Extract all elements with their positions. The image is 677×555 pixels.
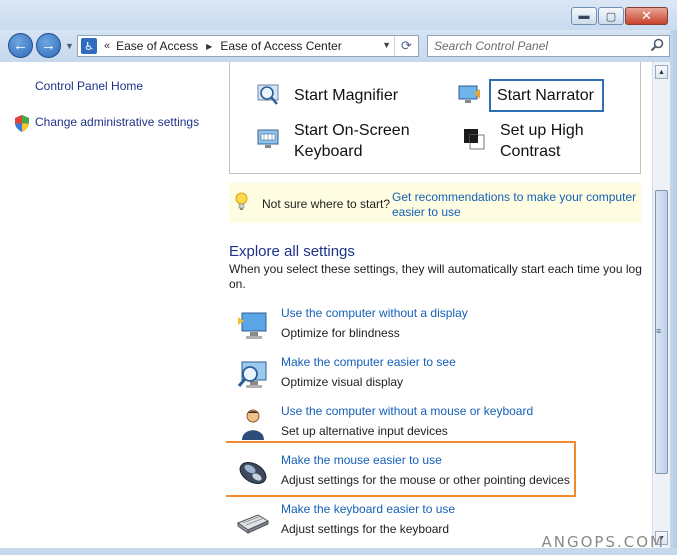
breadcrumb-ease-of-access-center[interactable]: Ease of Access Center bbox=[220, 39, 341, 53]
setting-link[interactable]: Make the computer easier to see bbox=[281, 355, 456, 369]
setting-link[interactable]: Make the keyboard easier to use bbox=[281, 502, 455, 516]
refresh-button[interactable]: ⟳ bbox=[394, 36, 418, 56]
maximize-icon: ▢ bbox=[605, 10, 617, 23]
narrator-icon bbox=[458, 85, 480, 103]
onscreen-keyboard-label-line1: Start On-Screen bbox=[294, 122, 410, 139]
start-narrator-button[interactable]: Start Narrator bbox=[489, 79, 604, 112]
onscreen-keyboard-label-line2: Keyboard bbox=[294, 143, 363, 160]
setting-description: Optimize for blindness bbox=[281, 326, 400, 340]
search-box[interactable] bbox=[427, 35, 670, 57]
user-speech-icon bbox=[242, 409, 264, 440]
high-contrast-label-line2: Contrast bbox=[500, 143, 561, 160]
high-contrast-icon bbox=[464, 129, 485, 150]
chevron-icon[interactable]: « bbox=[104, 40, 110, 52]
start-narrator-label: Start Narrator bbox=[497, 87, 594, 104]
start-onscreen-keyboard-link[interactable]: Start On-Screen Keyboard bbox=[294, 120, 410, 162]
maximize-button[interactable]: ▢ bbox=[598, 7, 624, 25]
scroll-up-icon: ▲ bbox=[658, 68, 665, 76]
high-contrast-label-line1: Set up High bbox=[500, 122, 584, 139]
scrollbar-grip-icon: ≡ bbox=[656, 326, 662, 336]
window-controls: ▬ ▢ ✕ bbox=[570, 7, 668, 25]
main-content: Start Magnifier Start Narrator Start On-… bbox=[226, 62, 652, 548]
watermark: ANGOPS.COM bbox=[541, 533, 665, 551]
back-button[interactable]: ← bbox=[8, 33, 33, 58]
recent-pages-dropdown[interactable]: ▼ bbox=[65, 41, 74, 51]
setting-item-easier-to-see[interactable]: Make the computer easier to see Optimize… bbox=[226, 355, 652, 400]
close-button[interactable]: ✕ bbox=[625, 7, 668, 25]
setting-item-without-display[interactable]: Use the computer without a display Optim… bbox=[226, 306, 652, 351]
mouse-setting-highlight bbox=[226, 441, 576, 497]
magnified-monitor-icon bbox=[237, 361, 267, 388]
close-icon: ✕ bbox=[641, 8, 652, 23]
minimize-icon: ▬ bbox=[578, 10, 590, 22]
monitor-icon bbox=[238, 312, 267, 339]
recommendation-tip: Not sure where to start? Get recommendat… bbox=[229, 183, 641, 223]
get-recommendations-link[interactable]: Get recommendations to make your compute… bbox=[392, 190, 642, 220]
navigation-bar: ← → ▼ ♿ « Ease of Access ▶ Ease of Acces… bbox=[0, 30, 677, 62]
vertical-scrollbar[interactable]: ▲ ≡ ▼ bbox=[652, 62, 670, 548]
left-pane: Control Panel Home Change administrative… bbox=[0, 62, 226, 548]
search-input[interactable] bbox=[428, 36, 638, 56]
setting-description: Optimize visual display bbox=[281, 375, 404, 389]
minimize-button[interactable]: ▬ bbox=[571, 7, 597, 25]
lightbulb-icon bbox=[235, 192, 248, 210]
onscreen-keyboard-icon bbox=[257, 129, 279, 148]
window-frame-right bbox=[670, 30, 677, 555]
shield-icon bbox=[15, 115, 29, 132]
setting-description: Adjust settings for the keyboard bbox=[281, 522, 450, 536]
quick-access-tools: Start Magnifier Start Narrator Start On-… bbox=[229, 62, 641, 174]
setting-link[interactable]: Use the computer without a display bbox=[281, 306, 468, 320]
setting-link[interactable]: Use the computer without a mouse or keyb… bbox=[281, 404, 533, 418]
explore-description: When you select these settings, they wil… bbox=[229, 262, 642, 291]
breadcrumb-ease-of-access[interactable]: Ease of Access bbox=[116, 39, 198, 53]
back-arrow-icon: ← bbox=[13, 37, 28, 54]
breadcrumb-arrow-icon[interactable]: ▶ bbox=[206, 42, 212, 51]
control-panel-home-link[interactable]: Control Panel Home bbox=[35, 79, 143, 93]
refresh-icon: ⟳ bbox=[401, 38, 412, 53]
accessibility-icon: ♿ bbox=[81, 38, 97, 54]
magnifier-icon bbox=[257, 84, 279, 105]
change-administrative-settings-link[interactable]: Change administrative settings bbox=[35, 115, 199, 129]
start-magnifier-link[interactable]: Start Magnifier bbox=[294, 85, 398, 106]
title-bar: ▬ ▢ ✕ bbox=[0, 0, 677, 30]
tip-text: Not sure where to start? bbox=[262, 197, 391, 211]
set-up-high-contrast-link[interactable]: Set up High Contrast bbox=[500, 120, 584, 162]
scroll-up-button[interactable]: ▲ bbox=[655, 65, 668, 79]
explore-all-settings-heading: Explore all settings bbox=[229, 243, 355, 260]
address-dropdown-icon[interactable]: ▼ bbox=[382, 40, 391, 50]
address-bar[interactable]: ♿ « Ease of Access ▶ Ease of Access Cent… bbox=[77, 35, 419, 57]
setting-description: Set up alternative input devices bbox=[281, 424, 448, 438]
search-icon[interactable] bbox=[650, 38, 664, 52]
forward-button[interactable]: → bbox=[36, 33, 61, 58]
keyboard-icon bbox=[236, 514, 270, 534]
forward-arrow-icon: → bbox=[41, 37, 56, 54]
